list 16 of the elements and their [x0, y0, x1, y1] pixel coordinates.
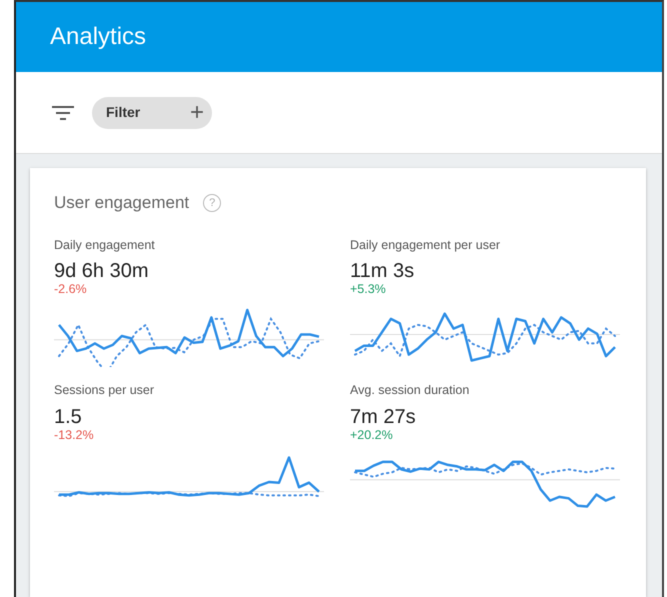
- metric-change: -13.2%: [54, 428, 95, 443]
- metric-change: +20.2%: [350, 428, 394, 443]
- filter-icon[interactable]: [52, 104, 74, 120]
- metric-label: Daily engagement: [54, 236, 156, 254]
- card-title: User engagement: [54, 192, 190, 214]
- metric-value: 9d 6h 30m: [54, 260, 150, 282]
- metric-value: 7m 27s: [350, 406, 417, 428]
- metric-label: Daily engagement per user: [350, 236, 502, 254]
- metric-change: -2.6%: [54, 282, 88, 298]
- metric-value: 1.5: [54, 406, 83, 428]
- app-title: Analytics: [50, 22, 146, 52]
- metric-change: +5.3%: [350, 282, 387, 298]
- filter-chip[interactable]: Filter +: [92, 96, 212, 128]
- metric-label: Sessions per user: [54, 382, 156, 400]
- metric-value: 11m 3s: [350, 260, 416, 282]
- metric-label: Avg. session duration: [350, 382, 470, 400]
